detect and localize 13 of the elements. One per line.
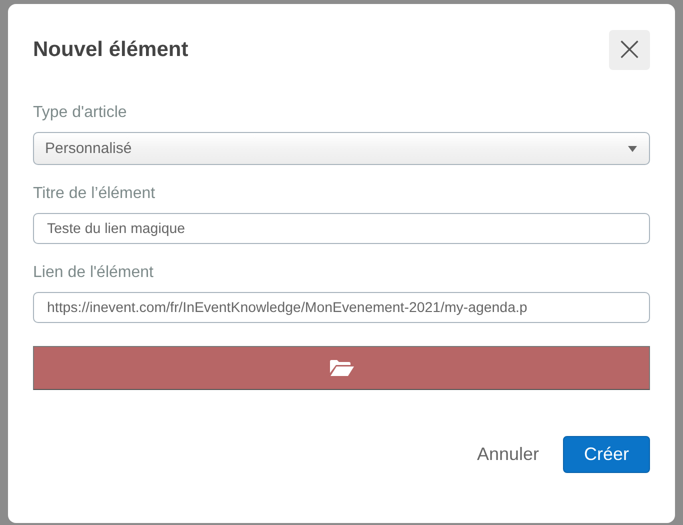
input-field[interactable]: Teste du lien magique [33,213,650,244]
cancel-button[interactable]: Annuler [476,444,539,465]
close-button[interactable]: × [609,30,650,70]
upload-button[interactable] [33,346,650,390]
field-label: Lien de l'élément [33,264,154,282]
field-label: Type d'article [33,104,128,122]
create-button[interactable]: Créer [563,436,650,473]
input-field[interactable]: https://inevent.com/fr/InEventKnowledge/MonEvenement-2021/my-agenda.p [33,292,650,323]
dialog-title: Nouvel élément [33,38,188,62]
type-dropdown[interactable]: Personnalisé [33,132,650,165]
folder-icon [328,359,354,377]
field-label: Titre de l’élément [33,185,156,203]
caret-icon [628,146,637,152]
